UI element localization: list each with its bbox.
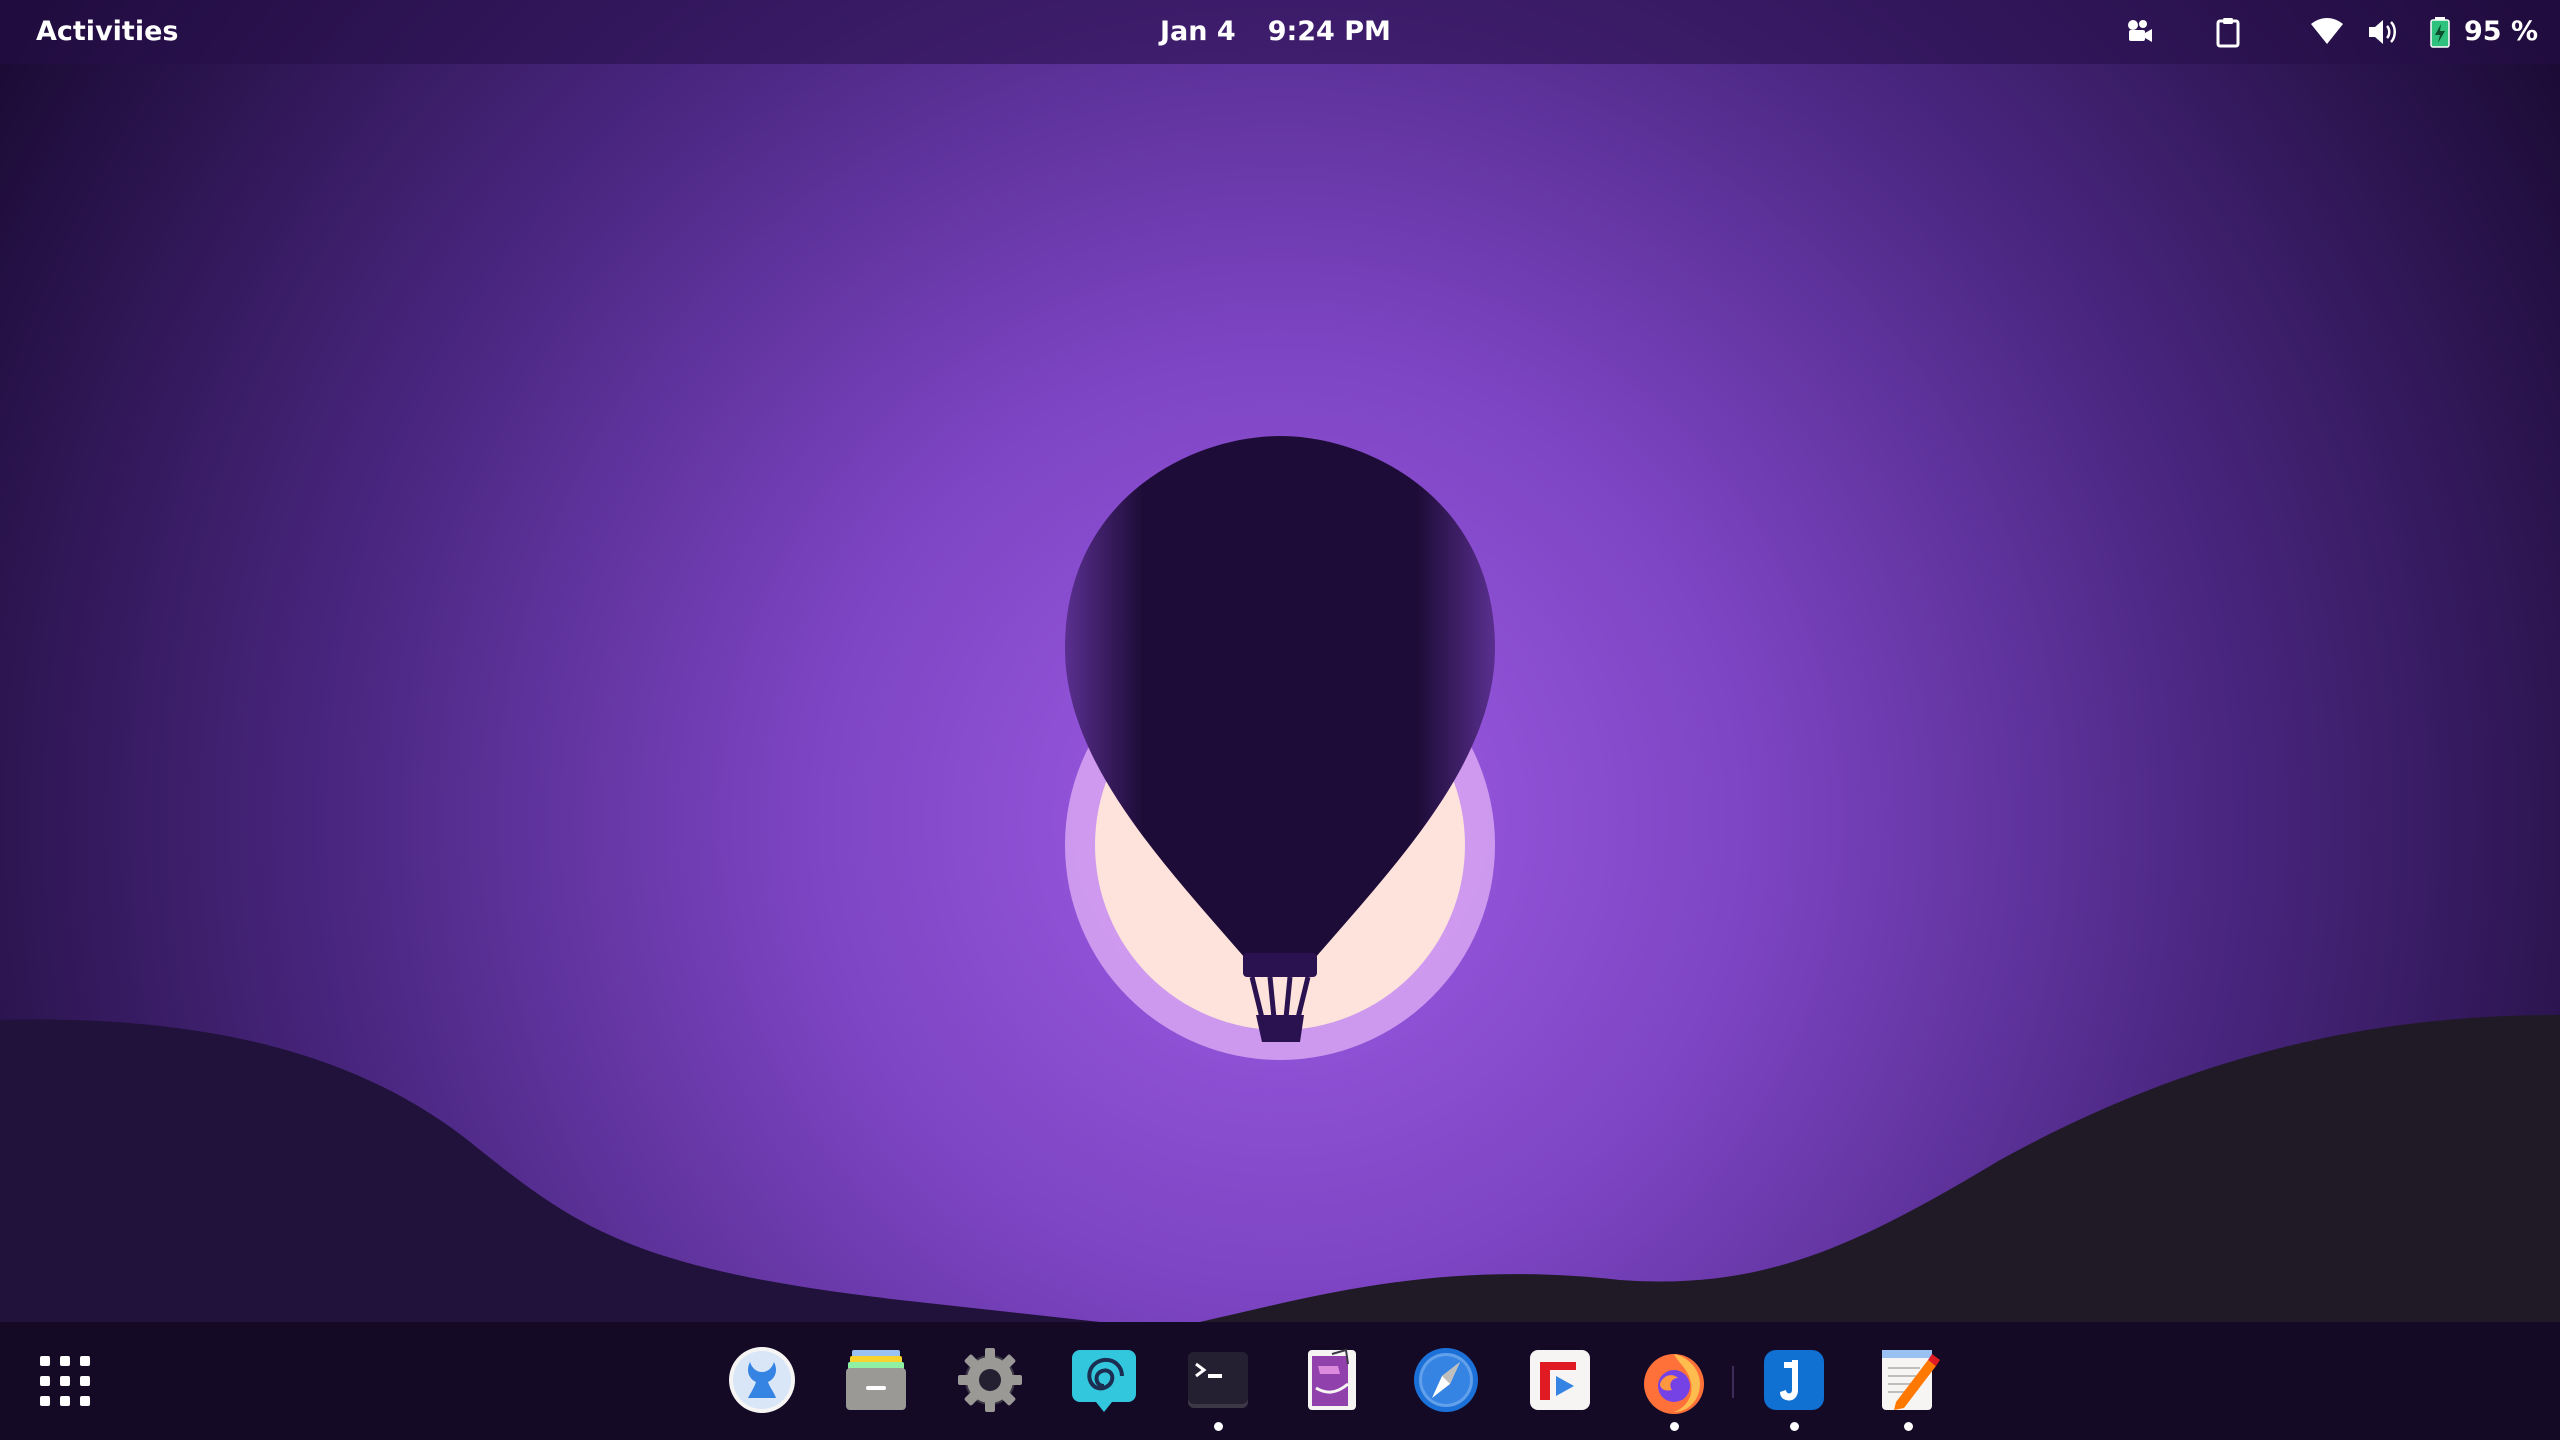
firefox-icon: [1644, 1354, 1704, 1414]
running-indicator-joplin: [1790, 1422, 1799, 1431]
text-editor-icon: [1882, 1350, 1940, 1410]
dock-app-terminal[interactable]: [1182, 1344, 1254, 1416]
running-indicator-firefox: [1670, 1422, 1679, 1431]
terminal-icon: [1188, 1352, 1248, 1408]
joplin-icon: [1764, 1350, 1824, 1410]
date-label: Jan 4: [1160, 16, 1236, 47]
top-bar: Activities Jan 4 9:24 PM 95 %: [0, 0, 2560, 64]
dock: [0, 1322, 2560, 1440]
flatseal-icon: [729, 1347, 795, 1413]
dock-app-web[interactable]: [1410, 1344, 1482, 1416]
wallpaper: [0, 0, 2560, 1440]
store-icon: [1530, 1350, 1590, 1410]
volume-icon[interactable]: [2365, 14, 2401, 50]
pdf-doc-icon: [1308, 1348, 1356, 1410]
running-indicator-terminal: [1214, 1422, 1223, 1431]
activities-button[interactable]: Activities: [24, 0, 190, 64]
dock-app-files[interactable]: [840, 1344, 912, 1416]
grid-icon[interactable]: [30, 1346, 100, 1416]
dock-app-joplin[interactable]: [1758, 1344, 1830, 1416]
running-indicator-text-editor: [1904, 1422, 1913, 1431]
dock-separator: [1732, 1366, 1734, 1398]
clipboard-icon[interactable]: [2210, 14, 2246, 50]
time-label: 9:24 PM: [1267, 16, 1391, 47]
dock-app-paper-clip[interactable]: [1296, 1344, 1368, 1416]
screencast-icon[interactable]: [2120, 14, 2156, 50]
dock-app-flathub[interactable]: [1524, 1344, 1596, 1416]
chat-spiral-icon: [1072, 1350, 1136, 1412]
files-icon: [846, 1350, 906, 1410]
dock-app-settings[interactable]: [954, 1344, 1026, 1416]
wifi-icon[interactable]: [2309, 14, 2345, 50]
dock-app-firefox[interactable]: [1638, 1344, 1710, 1416]
desktop: Activities Jan 4 9:24 PM 95 %: [0, 0, 2560, 1440]
compass-icon: [1414, 1348, 1478, 1412]
battery-icon[interactable]: [2422, 14, 2458, 50]
clock-button[interactable]: Jan 4 9:24 PM: [1160, 0, 1391, 64]
battery-percentage: 95 %: [2464, 16, 2539, 47]
balloon-basket: [1256, 1015, 1304, 1042]
balloon-basket-top: [1243, 953, 1317, 977]
gear-icon: [958, 1348, 1022, 1412]
dock-app-fractal[interactable]: [1068, 1344, 1140, 1416]
dock-app-flatseal[interactable]: [726, 1344, 798, 1416]
dock-app-text-editor[interactable]: [1872, 1344, 1944, 1416]
